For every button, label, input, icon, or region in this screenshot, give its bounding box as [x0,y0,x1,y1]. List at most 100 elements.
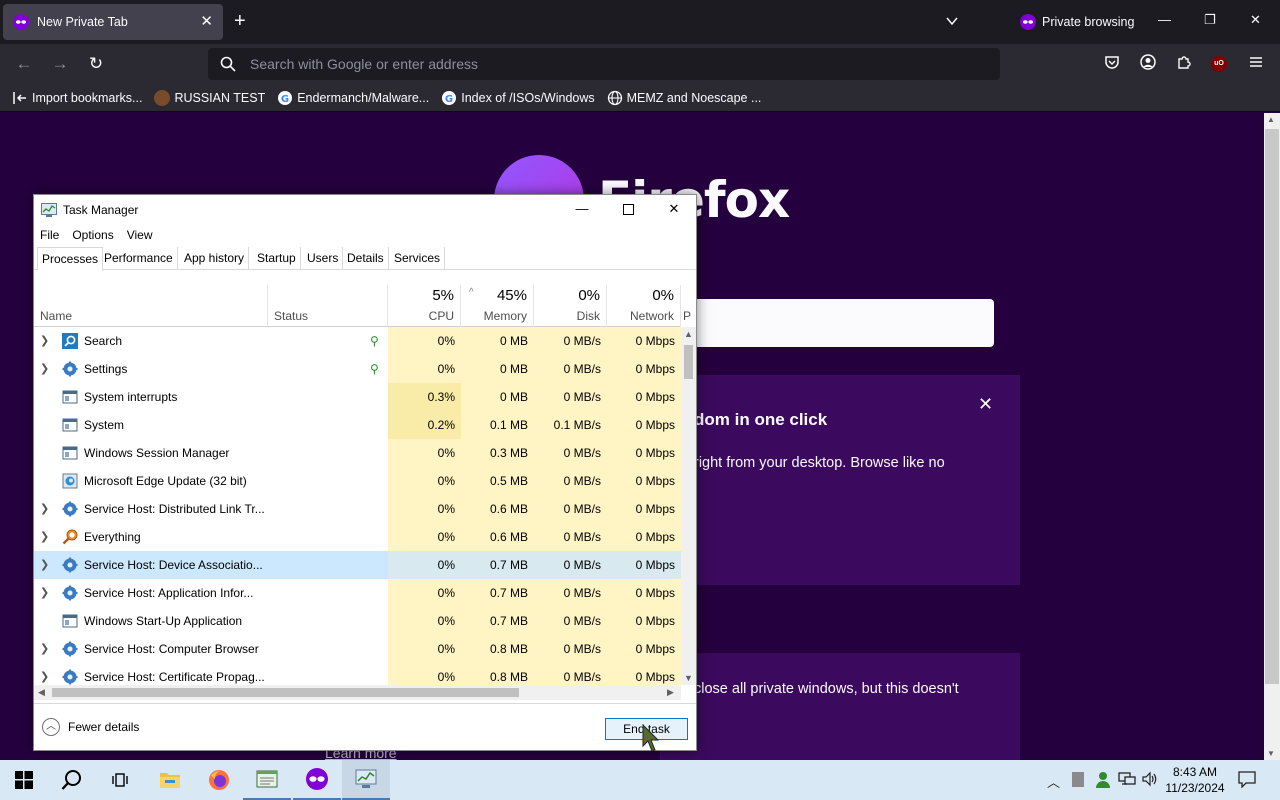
address-bar[interactable]: Search with Google or enter address [208,48,1000,80]
bookmark-memz[interactable]: MEMZ and Noescape ... [607,90,761,106]
hscroll-thumb[interactable] [52,688,519,697]
column-name[interactable]: Name [34,285,268,327]
bookmark-index-isos[interactable]: G Index of /ISOs/Windows [441,90,595,106]
menu-options[interactable]: Options [72,228,113,242]
scroll-down-arrow-icon[interactable]: ▼ [684,673,693,683]
start-button[interactable] [0,760,48,800]
process-row[interactable]: System 0.2% 0.1 MB 0.1 MB/s 0 Mbps [34,411,681,439]
taskbar-firefox-private[interactable] [293,760,341,800]
tab-details[interactable]: Details [343,247,389,270]
column-network[interactable]: 0% Network [607,285,681,327]
taskbar-firefox[interactable] [195,760,243,800]
new-tab-button[interactable]: + [234,10,246,32]
scroll-down-arrow-icon[interactable]: ▼ [1267,749,1275,758]
tray-app-icon[interactable] [1072,772,1084,790]
search-icon [220,56,236,72]
process-row[interactable]: ❯ Service Host: Certificate Propag... 0% 0.… [34,663,681,685]
fewer-details-button[interactable]: ︿ Fewer details [42,718,139,736]
tab-services[interactable]: Services [390,247,446,270]
expand-chevron-icon[interactable]: ❯ [40,579,49,607]
expand-chevron-icon[interactable]: ❯ [40,523,49,551]
network-icon[interactable] [1118,771,1136,790]
account-icon[interactable] [1138,54,1158,74]
tab-processes[interactable]: Processes [37,247,104,271]
scroll-up-arrow-icon[interactable]: ▲ [684,329,693,339]
forward-arrow-icon[interactable]: → [50,54,70,74]
pocket-icon[interactable] [1102,54,1122,74]
scroll-left-arrow-icon[interactable]: ◀ [38,687,45,698]
column-cpu[interactable]: 5% CPU [388,285,461,327]
volume-icon[interactable] [1142,771,1158,790]
scrollbar-thumb[interactable] [1265,129,1279,684]
process-memory: 0.8 MB [461,663,534,685]
column-status[interactable]: Status [268,285,388,327]
close-tab-icon[interactable]: ✕ [200,14,213,30]
tab-new-private-tab[interactable]: New Private Tab ✕ [3,4,223,40]
tm-minimize-button[interactable]: — [559,195,605,225]
scroll-right-arrow-icon[interactable]: ▶ [667,687,674,698]
expand-chevron-icon[interactable]: ❯ [40,495,49,523]
vscroll-thumb[interactable] [684,345,693,379]
minimize-window-button[interactable]: — [1158,12,1171,27]
expand-chevron-icon[interactable]: ❯ [40,551,49,579]
process-network: 0 Mbps [607,579,681,607]
taskbar-search-button[interactable] [48,760,96,800]
system-clock[interactable]: 8:43 AM 11/23/2024 [1162,764,1228,796]
menu-file[interactable]: File [40,228,59,242]
process-row[interactable]: System interrupts 0.3% 0 MB 0 MB/s 0 Mbps [34,383,681,411]
list-all-tabs-icon[interactable] [945,14,959,28]
tab-users[interactable]: Users [303,247,344,270]
column-power-truncated[interactable]: P [681,285,696,327]
process-row[interactable]: Microsoft Edge Update (32 bit) 0% 0.5 MB 0 … [34,467,681,495]
process-row[interactable]: ❯ Service Host: Computer Browser 0% 0.8 MB 0… [34,635,681,663]
bookmark-endermanch[interactable]: G Endermanch/Malware... [277,90,429,106]
menu-view[interactable]: View [127,228,153,242]
process-row[interactable]: ❯ Service Host: Distributed Link Tr... 0% 0… [34,495,681,523]
extensions-icon[interactable] [1174,54,1194,74]
close-window-button[interactable]: ✕ [1250,12,1261,28]
task-view-button[interactable] [96,760,144,800]
process-row[interactable]: ❯ Settings ⚲ 0% 0 MB 0 MB/s 0 Mbps [34,355,681,383]
scroll-up-arrow-icon[interactable]: ▲ [1267,115,1275,124]
tab-startup[interactable]: Startup [253,247,301,270]
process-row[interactable]: ❯ Service Host: Application Infor... 0% 0.7… [34,579,681,607]
process-list-hscroll[interactable]: ◀ ▶ [34,685,681,700]
bookmark-import[interactable]: Import bookmarks... [12,90,142,106]
tab-app-history[interactable]: App history [180,247,250,270]
expand-chevron-icon[interactable]: ❯ [40,355,49,383]
hamburger-menu-icon[interactable] [1246,54,1266,74]
bookmark-russian-test[interactable]: RUSSIAN TEST [154,89,265,106]
disk-label: Disk [576,309,600,323]
process-row[interactable]: ❯ Everything 0% 0.6 MB 0 MB/s 0 Mbps [34,523,681,551]
taskbar-file-explorer[interactable] [146,760,194,800]
restore-window-button[interactable]: ❐ [1204,12,1216,28]
column-disk[interactable]: 0% Disk [534,285,607,327]
tm-close-button[interactable]: ✕ [651,195,697,225]
taskbar-notepad[interactable] [243,760,291,800]
page-scrollbar[interactable]: ▲ ▼ [1264,113,1280,760]
process-row[interactable]: ❯ Search ⚲ 0% 0 MB 0 MB/s 0 Mbps [34,327,681,355]
back-arrow-icon[interactable]: ← [14,54,34,74]
page-search-input[interactable] [660,299,994,347]
taskbar-task-manager[interactable] [342,760,390,800]
user-tray-icon[interactable] [1095,771,1111,791]
reload-icon[interactable]: ↻ [86,54,106,74]
action-center-icon[interactable] [1238,771,1256,791]
column-name-label: Name [40,309,73,323]
process-row[interactable]: ❯ Service Host: Device Associatio... 0% 0.7… [34,551,681,579]
expand-chevron-icon[interactable]: ❯ [40,327,49,355]
process-list-vscroll[interactable]: ▲ ▼ [681,327,696,685]
edge-update-icon [62,473,78,489]
expand-chevron-icon[interactable]: ❯ [40,663,49,685]
process-row[interactable]: Windows Session Manager 0% 0.3 MB 0 MB/s 0 M… [34,439,681,467]
show-hidden-icons-icon[interactable]: ︿ [1047,772,1060,791]
expand-chevron-icon[interactable]: ❯ [40,635,49,663]
ublock-origin-icon[interactable]: uO [1211,56,1227,72]
tab-performance[interactable]: Performance [100,247,178,270]
process-network: 0 Mbps [607,551,681,579]
close-promo-icon[interactable]: ✕ [978,394,993,415]
column-memory[interactable]: ^ 45% Memory [461,285,534,327]
process-name: System [84,418,125,432]
process-row[interactable]: Windows Start-Up Application 0% 0.7 MB 0 MB… [34,607,681,635]
tm-maximize-button[interactable] [605,195,651,225]
